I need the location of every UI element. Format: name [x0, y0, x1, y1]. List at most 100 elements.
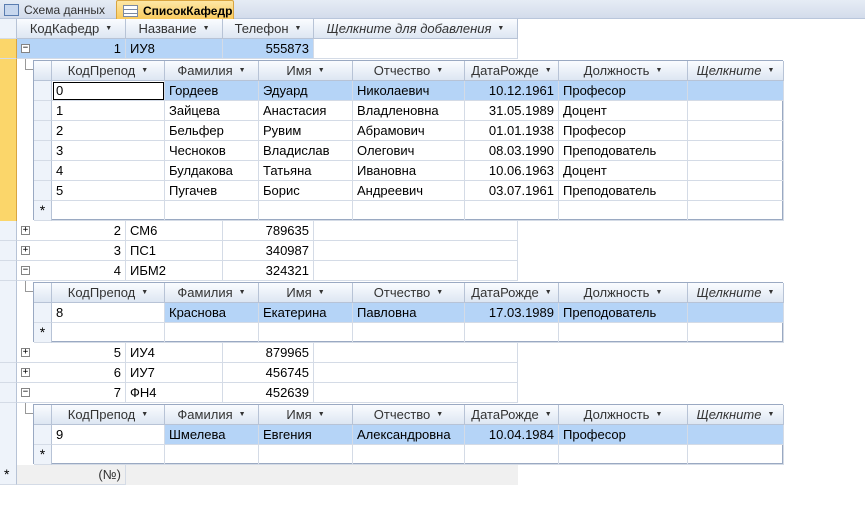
department-id-cell[interactable]: 3 — [17, 241, 126, 261]
birthdate-cell[interactable]: 10.12.1961 — [465, 81, 559, 101]
sub-column-header[interactable]: Фамилия ▼ — [165, 283, 259, 303]
teacher-id-cell[interactable]: 8 — [52, 303, 165, 323]
position-cell[interactable]: Доцент — [559, 161, 688, 181]
chevron-down-icon[interactable]: ▼ — [767, 67, 774, 74]
new-record-cell[interactable] — [353, 201, 465, 221]
new-record-cell[interactable] — [688, 323, 784, 343]
department-id-cell[interactable]: 7 — [17, 383, 126, 403]
sub-column-header[interactable]: Должность ▼ — [559, 61, 688, 81]
new-record-cell[interactable] — [52, 445, 165, 465]
name-cell[interactable]: Татьяна — [259, 161, 353, 181]
chevron-down-icon[interactable]: ▼ — [141, 67, 148, 74]
chevron-down-icon[interactable]: ▼ — [545, 67, 552, 74]
sub-column-header[interactable]: Отчество ▼ — [353, 283, 465, 303]
sub-record-selector[interactable] — [34, 181, 52, 201]
main-column-header[interactable]: КодКафедр ▼ — [17, 19, 126, 39]
sub-record-selector[interactable] — [34, 101, 52, 121]
sub-column-header[interactable]: ДатаРожде ▼ — [465, 61, 559, 81]
new-record-cell[interactable] — [165, 323, 259, 343]
chevron-down-icon[interactable]: ▼ — [295, 25, 302, 32]
sub-record-selector[interactable] — [34, 141, 52, 161]
empty-cell[interactable] — [314, 383, 518, 403]
empty-cell[interactable] — [688, 181, 784, 201]
phone-cell[interactable]: 452639 — [223, 383, 314, 403]
new-record-cell[interactable] — [688, 201, 784, 221]
sub-add-field-header[interactable]: Щелкните ▼ — [688, 61, 784, 81]
new-record-cell[interactable] — [688, 445, 784, 465]
department-name-cell[interactable]: ИУ7 — [126, 363, 223, 383]
name-cell[interactable]: Владислав — [259, 141, 353, 161]
new-record-cell[interactable] — [52, 201, 165, 221]
department-name-cell[interactable]: ФН4 — [126, 383, 223, 403]
name-cell[interactable]: Эдуард — [259, 81, 353, 101]
sub-column-header[interactable]: Имя ▼ — [259, 61, 353, 81]
chevron-down-icon[interactable]: ▼ — [318, 411, 325, 418]
sub-column-header[interactable]: Фамилия ▼ — [165, 61, 259, 81]
record-selector[interactable] — [0, 241, 17, 261]
empty-cell[interactable] — [688, 81, 784, 101]
phone-cell[interactable]: 324321 — [223, 261, 314, 281]
record-selector[interactable] — [0, 221, 17, 241]
surname-cell[interactable]: Краснова — [165, 303, 259, 323]
sub-column-header[interactable]: Должность ▼ — [559, 405, 688, 425]
sub-add-field-header[interactable]: Щелкните ▼ — [688, 405, 784, 425]
patronymic-cell[interactable]: Александровна — [353, 425, 465, 445]
new-record-cell[interactable] — [259, 201, 353, 221]
new-record-selector[interactable] — [0, 465, 17, 485]
empty-cell[interactable] — [314, 241, 518, 261]
new-record-cell[interactable] — [165, 445, 259, 465]
birthdate-cell[interactable]: 17.03.1989 — [465, 303, 559, 323]
birthdate-cell[interactable]: 10.06.1963 — [465, 161, 559, 181]
tab-schema[interactable]: Схема данных — [0, 0, 112, 19]
surname-cell[interactable]: Булдакова — [165, 161, 259, 181]
teacher-id-cell[interactable]: 2 — [52, 121, 165, 141]
empty-cell[interactable] — [314, 343, 518, 363]
main-column-header[interactable]: Название ▼ — [126, 19, 223, 39]
chevron-down-icon[interactable]: ▼ — [239, 411, 246, 418]
expand-subdatasheet-icon[interactable]: + — [21, 348, 30, 357]
department-id-cell[interactable]: 2 — [17, 221, 126, 241]
select-all-cell[interactable] — [0, 19, 17, 39]
teacher-id-cell[interactable]: 3 — [52, 141, 165, 161]
phone-cell[interactable]: 789635 — [223, 221, 314, 241]
empty-cell[interactable] — [314, 39, 518, 59]
chevron-down-icon[interactable]: ▼ — [141, 289, 148, 296]
sub-column-header[interactable]: КодПрепод ▼ — [52, 405, 165, 425]
sub-select-all[interactable] — [34, 405, 52, 425]
teacher-id-cell[interactable]: 0 — [52, 81, 165, 101]
department-name-cell[interactable]: СМ6 — [126, 221, 223, 241]
expand-subdatasheet-icon[interactable]: + — [21, 246, 30, 255]
department-name-cell[interactable]: ПС1 — [126, 241, 223, 261]
chevron-down-icon[interactable]: ▼ — [655, 411, 662, 418]
position-cell[interactable]: Преподователь — [559, 303, 688, 323]
sub-record-selector[interactable] — [34, 161, 52, 181]
empty-cell[interactable] — [688, 141, 784, 161]
sub-new-record-selector[interactable] — [34, 445, 52, 465]
chevron-down-icon[interactable]: ▼ — [318, 67, 325, 74]
collapse-subdatasheet-icon[interactable]: − — [21, 266, 30, 275]
patronymic-cell[interactable]: Павловна — [353, 303, 465, 323]
new-record-cell[interactable] — [465, 445, 559, 465]
department-name-cell[interactable]: ИБМ2 — [126, 261, 223, 281]
sub-select-all[interactable] — [34, 283, 52, 303]
chevron-down-icon[interactable]: ▼ — [203, 25, 210, 32]
patronymic-cell[interactable]: Олегович — [353, 141, 465, 161]
new-record-cell[interactable] — [353, 445, 465, 465]
chevron-down-icon[interactable]: ▼ — [436, 411, 443, 418]
chevron-down-icon[interactable]: ▼ — [436, 289, 443, 296]
record-selector[interactable] — [0, 39, 17, 59]
chevron-down-icon[interactable]: ▼ — [239, 67, 246, 74]
empty-cell[interactable] — [314, 221, 518, 241]
surname-cell[interactable]: Гордеев — [165, 81, 259, 101]
empty-cell[interactable] — [688, 161, 784, 181]
empty-cell[interactable] — [314, 363, 518, 383]
phone-cell[interactable]: 340987 — [223, 241, 314, 261]
name-cell[interactable]: Рувим — [259, 121, 353, 141]
expand-subdatasheet-icon[interactable]: + — [21, 368, 30, 377]
main-column-header[interactable]: Телефон ▼ — [223, 19, 314, 39]
sub-column-header[interactable]: Фамилия ▼ — [165, 405, 259, 425]
patronymic-cell[interactable]: Абрамович — [353, 121, 465, 141]
empty-cell[interactable] — [314, 261, 518, 281]
chevron-down-icon[interactable]: ▼ — [318, 289, 325, 296]
new-record-cell[interactable] — [559, 445, 688, 465]
